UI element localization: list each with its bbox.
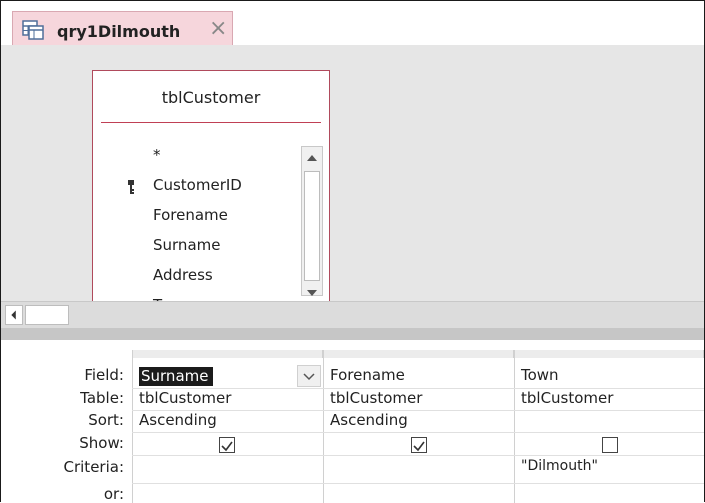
horizontal-scrollbar-thumb[interactable]: [25, 305, 69, 325]
field-list-scrollbar[interactable]: [301, 146, 323, 296]
scroll-up-arrow-icon[interactable]: [302, 147, 322, 169]
field-item-customerid[interactable]: CustomerID: [153, 176, 242, 194]
scroll-left-arrow-icon[interactable]: [5, 305, 23, 325]
table-cell-2[interactable]: tblCustomer: [330, 389, 422, 407]
column-divider: [323, 350, 324, 503]
column-divider: [132, 350, 133, 503]
row-label-or: or:: [103, 485, 124, 503]
scroll-down-arrow-icon[interactable]: [302, 285, 322, 301]
field-list-window[interactable]: tblCustomer * CustomerID Forename Surnam…: [92, 70, 330, 314]
field-cell-2[interactable]: Forename: [330, 366, 405, 384]
primary-key-icon: [128, 180, 134, 194]
query-icon: [22, 20, 44, 40]
show-checkbox-1[interactable]: [219, 437, 235, 453]
tab-query[interactable]: qry1Dilmouth ×: [12, 11, 233, 49]
chevron-down-icon: [303, 373, 315, 381]
column-selector-2[interactable]: [323, 350, 514, 358]
scrollbar-thumb[interactable]: [304, 171, 320, 281]
field-item-forename[interactable]: Forename: [153, 206, 228, 224]
column-divider: [514, 350, 515, 503]
checkmark-icon: [221, 441, 233, 452]
design-grid: Field: Table: Sort: Show: Criteria: or: …: [1, 340, 704, 503]
criteria-cell-3[interactable]: "Dilmouth": [521, 458, 598, 474]
field-item-all[interactable]: *: [153, 146, 161, 164]
show-checkbox-2[interactable]: [411, 437, 427, 453]
show-checkbox-3[interactable]: [602, 437, 618, 453]
tab-label: qry1Dilmouth: [57, 22, 181, 41]
title-divider: [101, 122, 321, 123]
table-cell-1[interactable]: tblCustomer: [139, 389, 231, 407]
row-divider: [132, 410, 704, 411]
field-cell-3[interactable]: Town: [521, 366, 559, 384]
field-dropdown-button[interactable]: [297, 365, 321, 387]
row-label-sort: Sort:: [88, 411, 124, 429]
column-selector-1[interactable]: [132, 350, 323, 358]
pane-splitter[interactable]: [1, 328, 704, 340]
row-divider: [132, 455, 704, 456]
horizontal-scrollbar[interactable]: [1, 301, 704, 328]
row-label-criteria: Criteria:: [63, 458, 125, 476]
field-cell-1[interactable]: Surname: [139, 367, 213, 386]
row-divider: [132, 432, 704, 433]
field-item-address[interactable]: Address: [153, 266, 213, 284]
checkmark-icon: [413, 441, 425, 452]
row-label-field: Field:: [84, 366, 124, 384]
table-cell-3[interactable]: tblCustomer: [521, 389, 613, 407]
close-icon[interactable]: ×: [209, 17, 227, 41]
sort-cell-1[interactable]: Ascending: [139, 411, 217, 429]
tab-strip: qry1Dilmouth ×: [1, 1, 704, 49]
column-selector-3[interactable]: [514, 350, 704, 358]
row-label-show: Show:: [79, 434, 124, 452]
row-divider: [132, 483, 704, 484]
field-list-title: tblCustomer: [161, 88, 261, 107]
query-design-window: qry1Dilmouth × tblCustomer * CustomerID …: [0, 0, 705, 503]
sort-cell-2[interactable]: Ascending: [330, 411, 408, 429]
table-pane[interactable]: tblCustomer * CustomerID Forename Surnam…: [1, 45, 704, 314]
field-item-surname[interactable]: Surname: [153, 236, 220, 254]
row-label-table: Table:: [80, 389, 124, 407]
